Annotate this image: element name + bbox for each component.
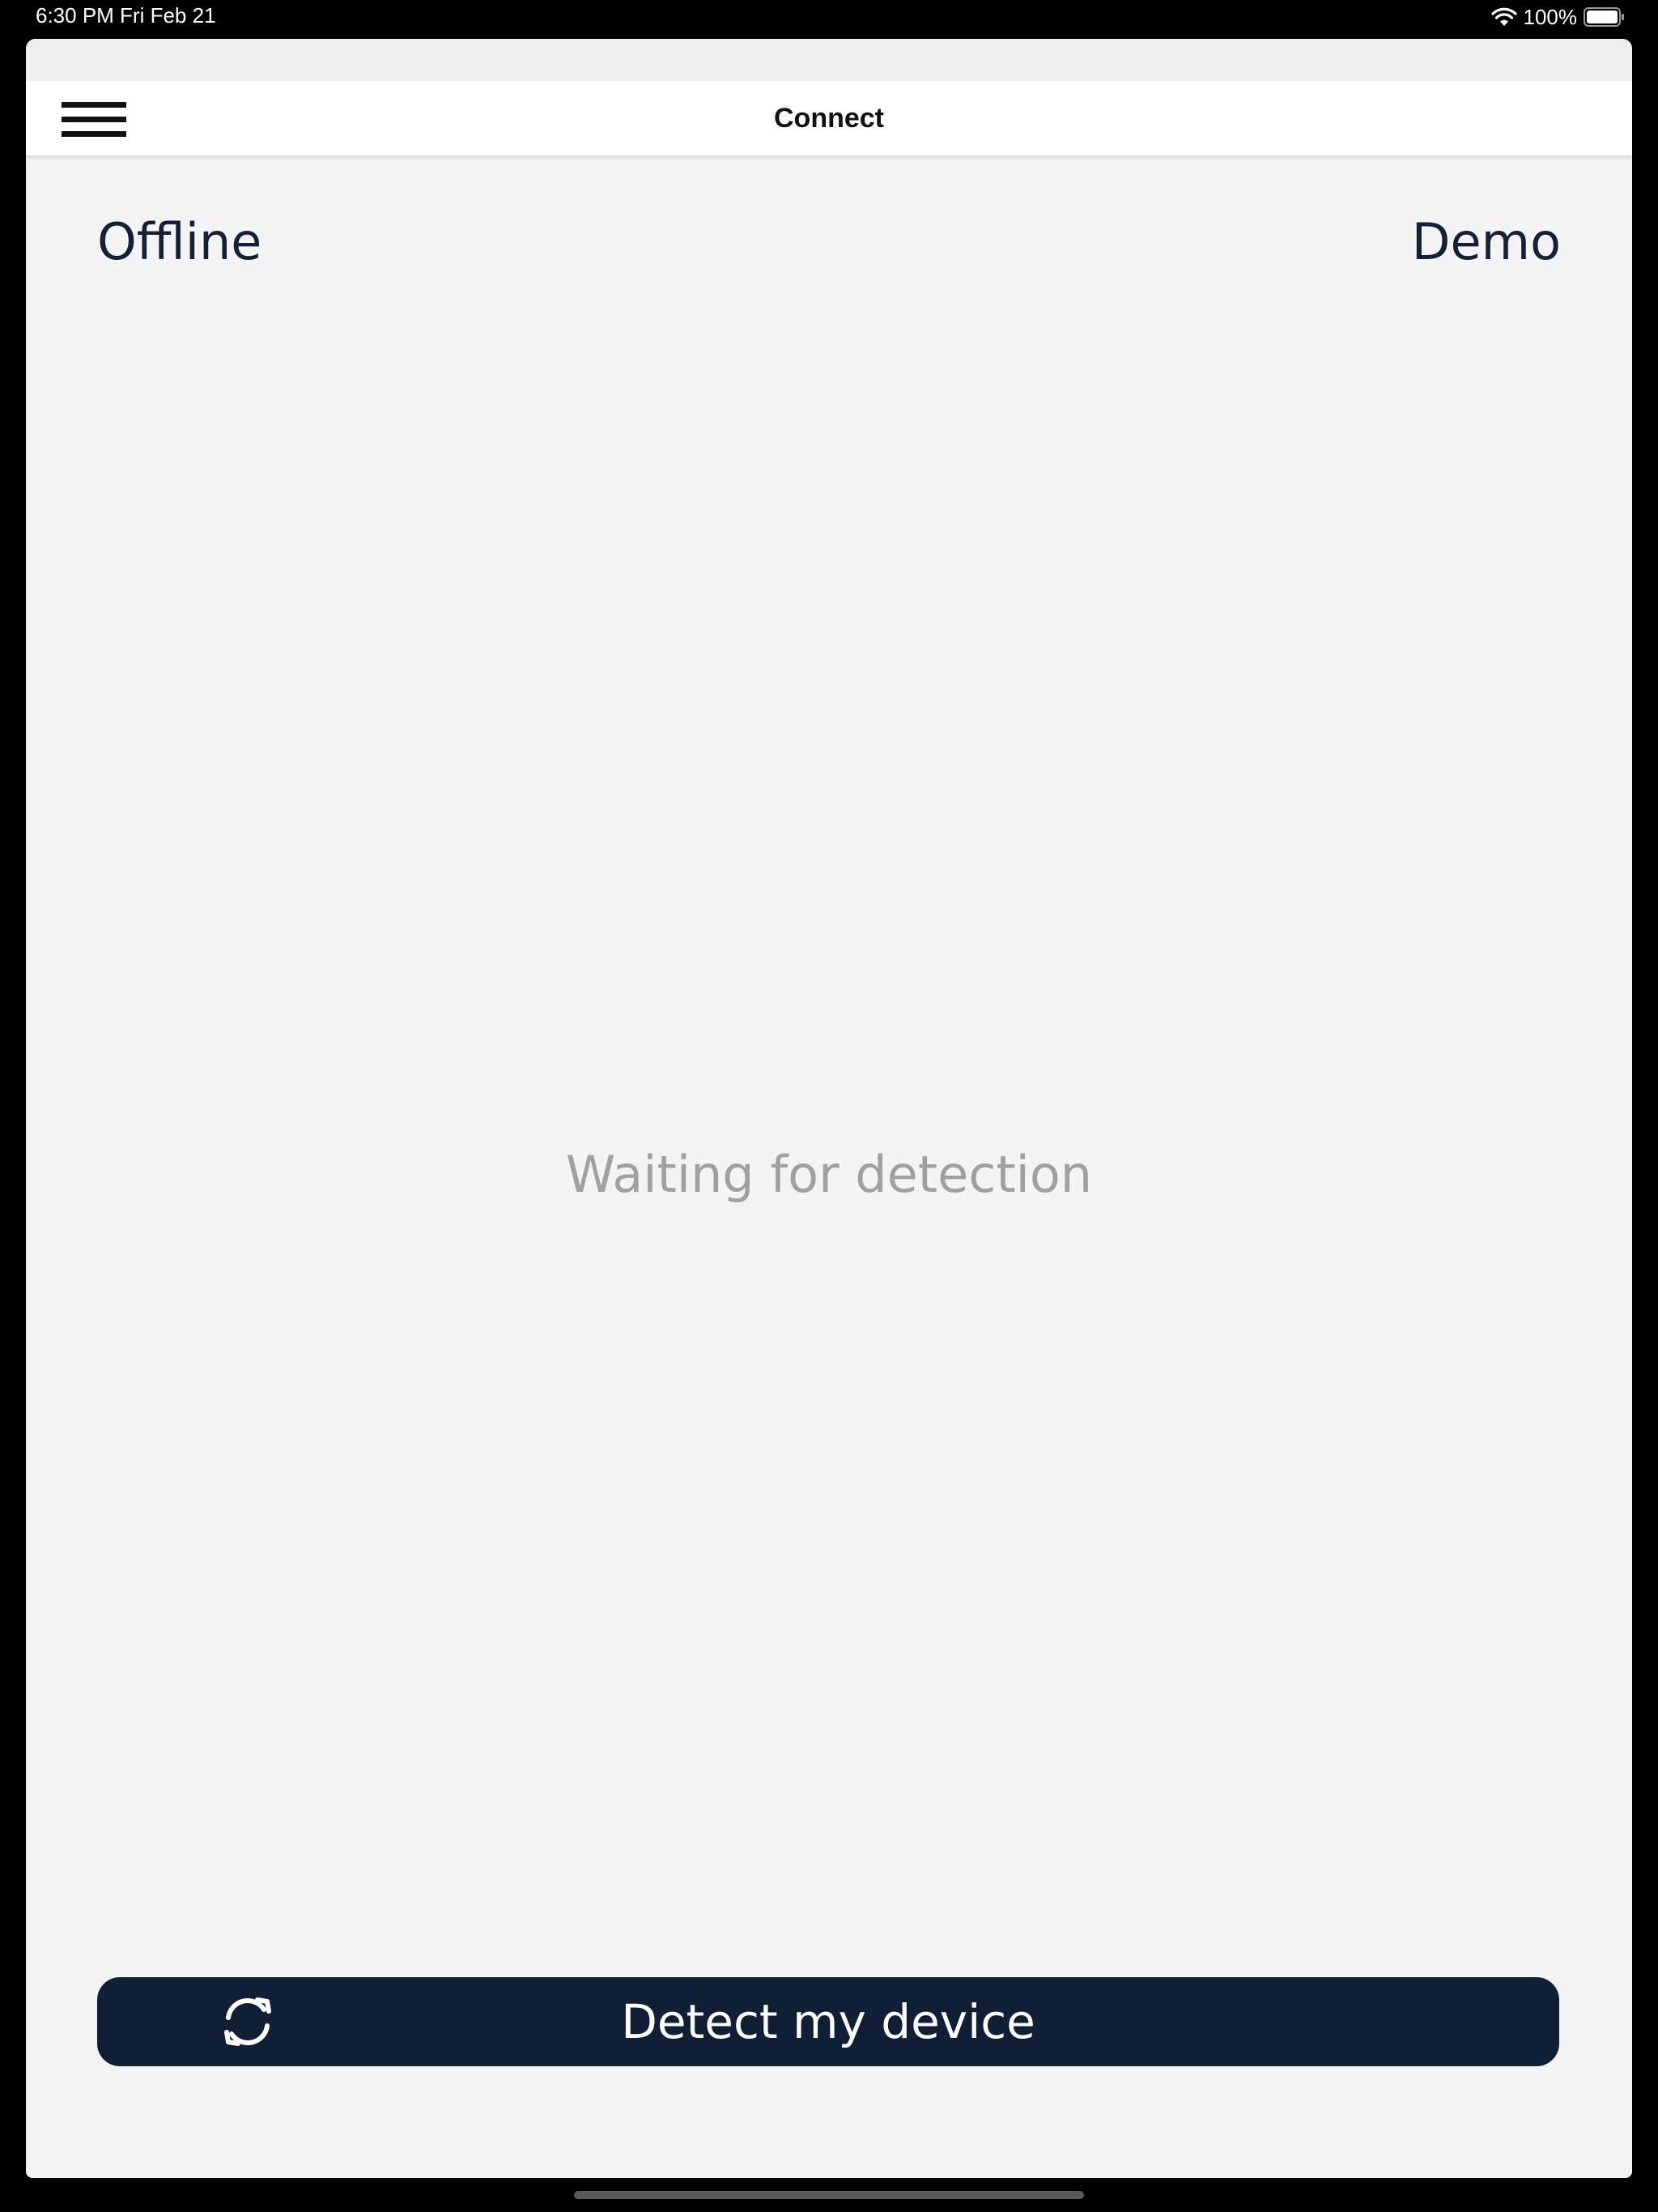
demo-button[interactable]: Demo [1412, 217, 1561, 267]
menu-bar-top [62, 102, 126, 108]
status-bar: 6:30 PM Fri Feb 21 100% [0, 0, 1658, 39]
page-title: Connect [774, 103, 884, 134]
navigation-bar: Connect [26, 81, 1632, 155]
offline-button[interactable]: Offline [97, 217, 261, 267]
detect-button-label: Detect my device [621, 1994, 1035, 2049]
battery-full-icon [1584, 7, 1624, 27]
wifi-icon [1490, 7, 1517, 26]
app-sheet: Connect Offline Demo Waiting for detecti… [26, 39, 1632, 2178]
home-indicator[interactable] [574, 2191, 1084, 2199]
menu-bar-bottom [62, 131, 126, 137]
hamburger-menu-icon[interactable] [58, 96, 128, 144]
battery-percentage: 100% [1523, 4, 1578, 29]
menu-bar-middle [62, 117, 126, 122]
status-indicators: 100% [1490, 3, 1626, 31]
detect-device-button[interactable]: Detect my device [97, 1977, 1559, 2066]
status-time: 6:30 PM Fri Feb 21 [36, 3, 216, 28]
waiting-status-text: Waiting for detection [565, 1145, 1093, 1204]
sheet-top-strip [26, 39, 1632, 81]
